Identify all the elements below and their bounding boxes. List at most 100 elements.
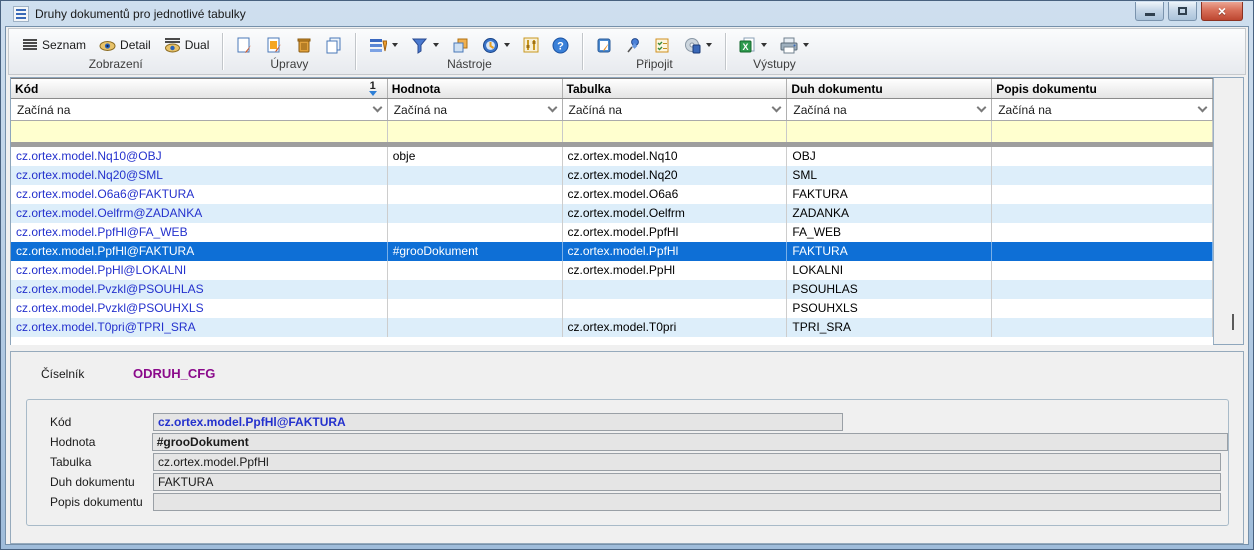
chevron-down-icon bbox=[372, 103, 382, 113]
cell-popis bbox=[992, 280, 1213, 299]
table-row-selected[interactable]: cz.ortex.model.PpfHl@FAKTURA #grooDokume… bbox=[11, 242, 1213, 261]
cell-duh: SML bbox=[787, 166, 992, 185]
cell-duh: FAKTURA bbox=[787, 242, 992, 261]
dual-label: Dual bbox=[185, 38, 210, 52]
column-header-popis[interactable]: Popis dokumentu bbox=[992, 79, 1213, 98]
restore-icon bbox=[1178, 7, 1187, 15]
table-row[interactable]: cz.ortex.model.PpfHl@FA_WEB cz.ortex.mod… bbox=[11, 223, 1213, 242]
cell-popis bbox=[992, 299, 1213, 318]
excel-export-button[interactable]: X bbox=[736, 35, 770, 56]
toolbar-group-vystupy: X Výstupy bbox=[726, 29, 822, 74]
copy-record-icon bbox=[325, 37, 342, 54]
seznam-button[interactable]: Seznam bbox=[19, 35, 89, 55]
print-button[interactable] bbox=[777, 35, 812, 56]
table-row[interactable]: cz.ortex.model.Nq10@OBJ obje cz.ortex.mo… bbox=[11, 147, 1213, 166]
excel-export-icon: X bbox=[739, 37, 756, 54]
dropdown-arrow-icon bbox=[761, 43, 767, 47]
settings-button[interactable] bbox=[520, 35, 542, 55]
media-button[interactable] bbox=[680, 35, 715, 56]
filter-dropdown-tabulka[interactable]: Začíná na bbox=[563, 99, 788, 120]
cell-hodnota bbox=[388, 280, 563, 299]
chevron-down-icon bbox=[772, 103, 782, 113]
column-header-kod[interactable]: Kód 1 bbox=[11, 79, 388, 98]
table-row[interactable]: cz.ortex.model.Pvzkl@PSOUHLAS PSOUHLAS bbox=[11, 280, 1213, 299]
eye-icon bbox=[99, 37, 116, 53]
filter-input-row bbox=[11, 121, 1213, 142]
table-row[interactable]: cz.ortex.model.T0pri@TPRI_SRA cz.ortex.m… bbox=[11, 318, 1213, 337]
delete-record-button[interactable] bbox=[293, 35, 315, 56]
column-header-label: Hodnota bbox=[392, 82, 441, 96]
field-tabulka[interactable]: cz.ortex.model.PpfHl bbox=[153, 453, 1221, 471]
ciselnik-label: Číselník bbox=[41, 367, 133, 381]
group-label-upravy: Úpravy bbox=[223, 57, 355, 74]
table-row[interactable]: cz.ortex.model.O6a6@FAKTURA cz.ortex.mod… bbox=[11, 185, 1213, 204]
dropdown-arrow-icon bbox=[433, 43, 439, 47]
cell-popis bbox=[992, 223, 1213, 242]
minimize-button[interactable] bbox=[1135, 2, 1164, 21]
filter-input-tabulka[interactable] bbox=[563, 121, 788, 142]
filter-dropdown-hodnota[interactable]: Začíná na bbox=[388, 99, 563, 120]
field-popis[interactable] bbox=[153, 493, 1221, 511]
media-icon bbox=[683, 37, 701, 54]
scrollbar-thumb[interactable] bbox=[1232, 314, 1234, 330]
cell-tabulka bbox=[563, 299, 788, 318]
cell-kod: cz.ortex.model.T0pri@TPRI_SRA bbox=[11, 318, 388, 337]
table-row[interactable]: cz.ortex.model.Pvzkl@PSOUHXLS PSOUHXLS bbox=[11, 299, 1213, 318]
table-row[interactable]: cz.ortex.model.PpHl@LOKALNI cz.ortex.mod… bbox=[11, 261, 1213, 280]
cell-duh: OBJ bbox=[787, 147, 992, 166]
close-button[interactable]: × bbox=[1201, 2, 1243, 21]
filter-button[interactable] bbox=[408, 35, 442, 56]
filter-dropdown-popis[interactable]: Začíná na bbox=[992, 99, 1213, 120]
group-label-nastroje: Nástroje bbox=[356, 57, 582, 74]
filter-dropdown-kod[interactable]: Začíná na bbox=[11, 99, 388, 120]
field-kod[interactable]: cz.ortex.model.PpfHl@FAKTURA bbox=[153, 413, 843, 431]
filter-input-duh[interactable] bbox=[787, 121, 992, 142]
filter-input-popis[interactable] bbox=[992, 121, 1213, 142]
dropdown-arrow-icon bbox=[706, 43, 712, 47]
merge-icon bbox=[452, 37, 469, 54]
dual-button[interactable]: Dual bbox=[161, 35, 213, 55]
note-button[interactable] bbox=[593, 35, 615, 56]
column-header-label: Duh dokumentu bbox=[791, 82, 882, 96]
column-header-duh[interactable]: Duh dokumentu bbox=[787, 79, 992, 98]
detail-button[interactable]: Detail bbox=[96, 35, 154, 55]
help-icon: ? bbox=[552, 37, 569, 54]
table-row[interactable]: cz.ortex.model.Oelfrm@ZADANKA cz.ortex.m… bbox=[11, 204, 1213, 223]
cell-popis bbox=[992, 166, 1213, 185]
copy-record-button[interactable] bbox=[322, 35, 345, 56]
merge-button[interactable] bbox=[449, 35, 472, 56]
toolbar-group-upravy: Úpravy bbox=[223, 29, 355, 74]
titlebar: Druhy dokumentů pro jednotlivé tabulky × bbox=[5, 1, 1249, 26]
column-header-tabulka[interactable]: Tabulka bbox=[563, 79, 788, 98]
cell-duh: PSOUHLAS bbox=[787, 280, 992, 299]
pin-button[interactable] bbox=[622, 35, 644, 56]
cell-hodnota bbox=[388, 318, 563, 337]
help-button[interactable]: ? bbox=[549, 35, 572, 56]
column-header-hodnota[interactable]: Hodnota bbox=[388, 79, 563, 98]
new-record-button[interactable] bbox=[233, 35, 256, 56]
history-button[interactable] bbox=[479, 35, 513, 56]
filter-mode-label: Začíná na bbox=[793, 103, 846, 117]
checklist-button[interactable] bbox=[651, 35, 673, 56]
cell-tabulka: cz.ortex.model.PpfHl bbox=[563, 242, 788, 261]
list-view-icon bbox=[22, 37, 38, 53]
chevron-down-icon bbox=[1198, 103, 1208, 113]
note-icon bbox=[596, 37, 612, 54]
filter-input-kod[interactable] bbox=[11, 121, 388, 142]
filter-input-hodnota[interactable] bbox=[388, 121, 563, 142]
svg-text:X: X bbox=[743, 42, 749, 52]
sort-button[interactable] bbox=[366, 35, 401, 56]
group-label-zobrazeni: Zobrazení bbox=[9, 57, 222, 74]
cell-hodnota bbox=[388, 166, 563, 185]
svg-text:?: ? bbox=[558, 40, 565, 52]
filter-mode-label: Začíná na bbox=[569, 103, 622, 117]
cell-popis bbox=[992, 261, 1213, 280]
table-row[interactable]: cz.ortex.model.Nq20@SML cz.ortex.model.N… bbox=[11, 166, 1213, 185]
restore-button[interactable] bbox=[1168, 2, 1197, 21]
filter-dropdown-duh[interactable]: Začíná na bbox=[787, 99, 992, 120]
field-hodnota[interactable]: #grooDokument bbox=[152, 433, 1228, 451]
field-duh[interactable]: FAKTURA bbox=[153, 473, 1221, 491]
cell-tabulka: cz.ortex.model.PpfHl bbox=[563, 223, 788, 242]
field-label-popis: Popis dokumentu bbox=[50, 495, 153, 509]
edit-record-button[interactable] bbox=[263, 35, 286, 56]
